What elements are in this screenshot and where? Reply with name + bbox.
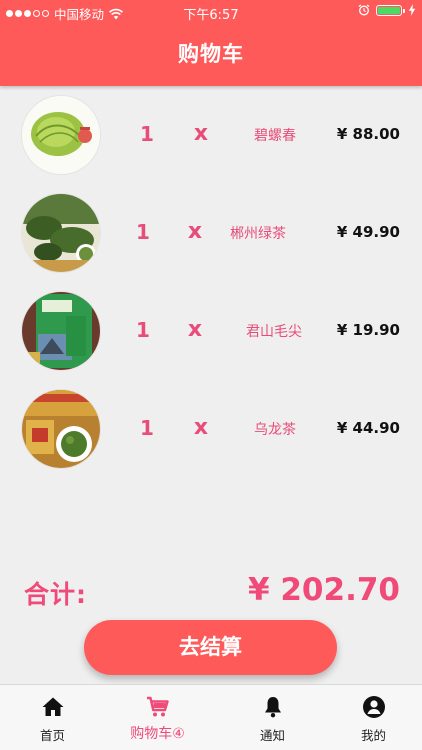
tab-label: 首页 bbox=[39, 728, 65, 743]
page-title: 购物车 bbox=[178, 42, 244, 66]
home-icon bbox=[42, 697, 63, 716]
product-image-chenzhou-green-tea[interactable] bbox=[22, 194, 100, 272]
tab-notifications[interactable]: 通知 bbox=[220, 685, 325, 750]
item-price: ¥ 49.90 bbox=[336, 223, 400, 241]
cart-item[interactable]: 1 x 郴州绿茶 ¥ 49.90 bbox=[0, 184, 422, 284]
item-price: ¥ 19.90 bbox=[336, 321, 400, 339]
item-name: 碧螺春 bbox=[254, 128, 296, 144]
cart-item[interactable]: 1 x 碧螺春 ¥ 88.00 bbox=[0, 86, 422, 186]
alarm-icon bbox=[358, 4, 370, 16]
total-label: 合计: bbox=[24, 580, 87, 609]
user-icon bbox=[362, 696, 385, 718]
item-price: ¥ 88.00 bbox=[336, 125, 400, 143]
item-name: 君山毛尖 bbox=[246, 324, 302, 340]
battery-icon bbox=[376, 4, 405, 16]
cart-item[interactable]: 1 x 乌龙茶 ¥ 44.90 bbox=[0, 380, 422, 480]
tab-me[interactable]: 我的 bbox=[321, 685, 422, 750]
tab-home[interactable]: 首页 bbox=[0, 685, 105, 750]
times-sign: x bbox=[193, 121, 209, 146]
tab-label: 购物车④ bbox=[130, 726, 185, 742]
checkout-button[interactable]: 去结算 bbox=[84, 620, 337, 675]
status-bar: 中国移动 下午6:57 bbox=[0, 0, 422, 24]
charging-bolt-icon bbox=[408, 4, 416, 16]
cart-screen: 中国移动 下午6:57 购物车 1 x 碧螺春 ¥ 88.00 1 x 郴州绿茶… bbox=[0, 0, 422, 750]
item-quantity: 1 bbox=[136, 220, 150, 244]
cart-item[interactable]: 1 x 君山毛尖 ¥ 19.90 bbox=[0, 282, 422, 382]
status-right bbox=[358, 4, 416, 16]
tab-cart[interactable]: 购物车④ bbox=[105, 685, 210, 750]
tab-label: 通知 bbox=[259, 728, 285, 743]
product-image-oolong-tea[interactable] bbox=[22, 390, 100, 468]
cart-icon bbox=[146, 696, 169, 717]
item-name: 乌龙茶 bbox=[254, 422, 296, 438]
item-name: 郴州绿茶 bbox=[230, 226, 286, 242]
total-value: ¥ 202.70 bbox=[248, 572, 400, 608]
item-quantity: 1 bbox=[136, 318, 150, 342]
product-image-biluochun[interactable] bbox=[22, 96, 100, 174]
times-sign: x bbox=[187, 317, 203, 342]
bell-icon bbox=[264, 697, 281, 718]
tab-bar: 首页 购物车④ 通知 我的 bbox=[0, 684, 422, 750]
product-image-junshan-maojian[interactable] bbox=[22, 292, 100, 370]
item-quantity: 1 bbox=[140, 122, 154, 146]
tab-label: 我的 bbox=[360, 728, 386, 743]
header: 中国移动 下午6:57 购物车 bbox=[0, 0, 422, 86]
times-sign: x bbox=[193, 415, 209, 440]
times-sign: x bbox=[187, 219, 203, 244]
item-price: ¥ 44.90 bbox=[336, 419, 400, 437]
item-quantity: 1 bbox=[140, 416, 154, 440]
